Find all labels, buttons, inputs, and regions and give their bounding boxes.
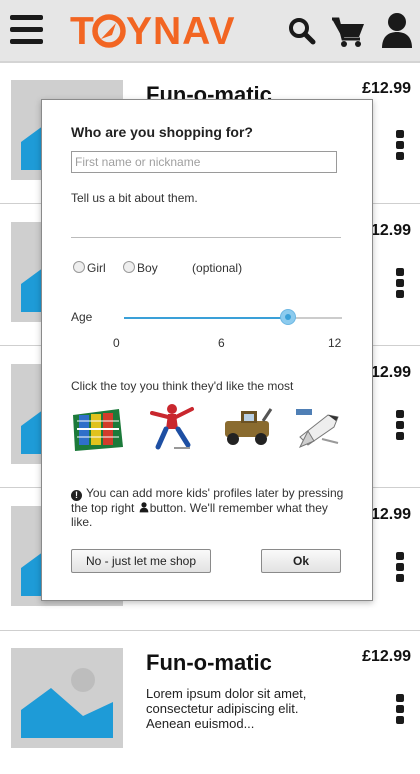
search-icon[interactable] <box>288 17 316 50</box>
age-slider[interactable] <box>124 309 342 325</box>
product-title[interactable]: Fun-o-matic <box>146 650 272 676</box>
radio-girl[interactable]: Girl <box>73 261 106 275</box>
gender-radio-group: Girl Boy (optional) <box>73 261 242 275</box>
profile-info-note: ! You can add more kids' profiles later b… <box>71 486 346 529</box>
first-name-input[interactable] <box>71 151 337 173</box>
brand-logo[interactable]: T YNAV <box>70 7 250 60</box>
product-image-placeholder <box>11 648 123 748</box>
age-tick-min: 0 <box>113 336 120 350</box>
about-divider <box>71 237 341 238</box>
more-options-icon[interactable] <box>396 694 404 727</box>
space-shuttle-icon[interactable] <box>292 401 348 453</box>
age-slider-fill <box>124 317 288 319</box>
info-icon: ! <box>71 490 82 501</box>
toynav-logo-svg: T YNAV <box>70 10 235 53</box>
skip-button[interactable]: No - just let me shop <box>71 549 211 573</box>
svg-text:YNAV: YNAV <box>126 10 235 51</box>
more-options-icon[interactable] <box>396 268 404 301</box>
user-icon[interactable] <box>381 12 413 55</box>
age-slider-thumb[interactable] <box>279 309 296 325</box>
age-label: Age <box>71 310 93 324</box>
about-label: Tell us a bit about them. <box>71 191 198 205</box>
radio-boy-label[interactable]: Boy <box>137 261 158 275</box>
more-options-icon[interactable] <box>396 410 404 443</box>
dialog-title: Who are you shopping for? <box>71 124 253 140</box>
radio-girl-circle[interactable] <box>73 261 85 273</box>
radio-boy-circle[interactable] <box>123 261 136 273</box>
age-tick-max: 12 <box>328 336 342 350</box>
product-description: Lorem ipsum dolor sit amet, consectetur … <box>146 686 307 731</box>
board-game-icon[interactable] <box>69 401 125 453</box>
toy-prompt: Click the toy you think they'd like the … <box>71 379 294 393</box>
ok-button[interactable]: Ok <box>261 549 341 573</box>
toy-truck-icon[interactable] <box>219 401 275 453</box>
radio-girl-label[interactable]: Girl <box>87 261 106 275</box>
product-price: £12.99 <box>362 80 411 97</box>
more-options-icon[interactable] <box>396 130 404 163</box>
gender-optional-note: (optional) <box>192 261 243 275</box>
cart-icon[interactable] <box>331 16 365 53</box>
age-tick-mid: 6 <box>218 336 225 350</box>
app-header: T YNAV <box>0 0 420 62</box>
shopping-for-dialog: Who are you shopping for? Tell us a bit … <box>41 99 373 601</box>
product-item[interactable]: Fun-o-matic £12.99 Lorem ipsum dolor sit… <box>0 631 420 774</box>
spider-man-figure-icon[interactable] <box>144 401 200 453</box>
hamburger-menu-icon[interactable] <box>10 15 43 45</box>
radio-boy[interactable]: Boy <box>123 261 158 275</box>
svg-text:T: T <box>70 10 95 51</box>
more-options-icon[interactable] <box>396 552 404 585</box>
user-icon-inline <box>139 502 149 513</box>
product-price: £12.99 <box>362 648 411 665</box>
